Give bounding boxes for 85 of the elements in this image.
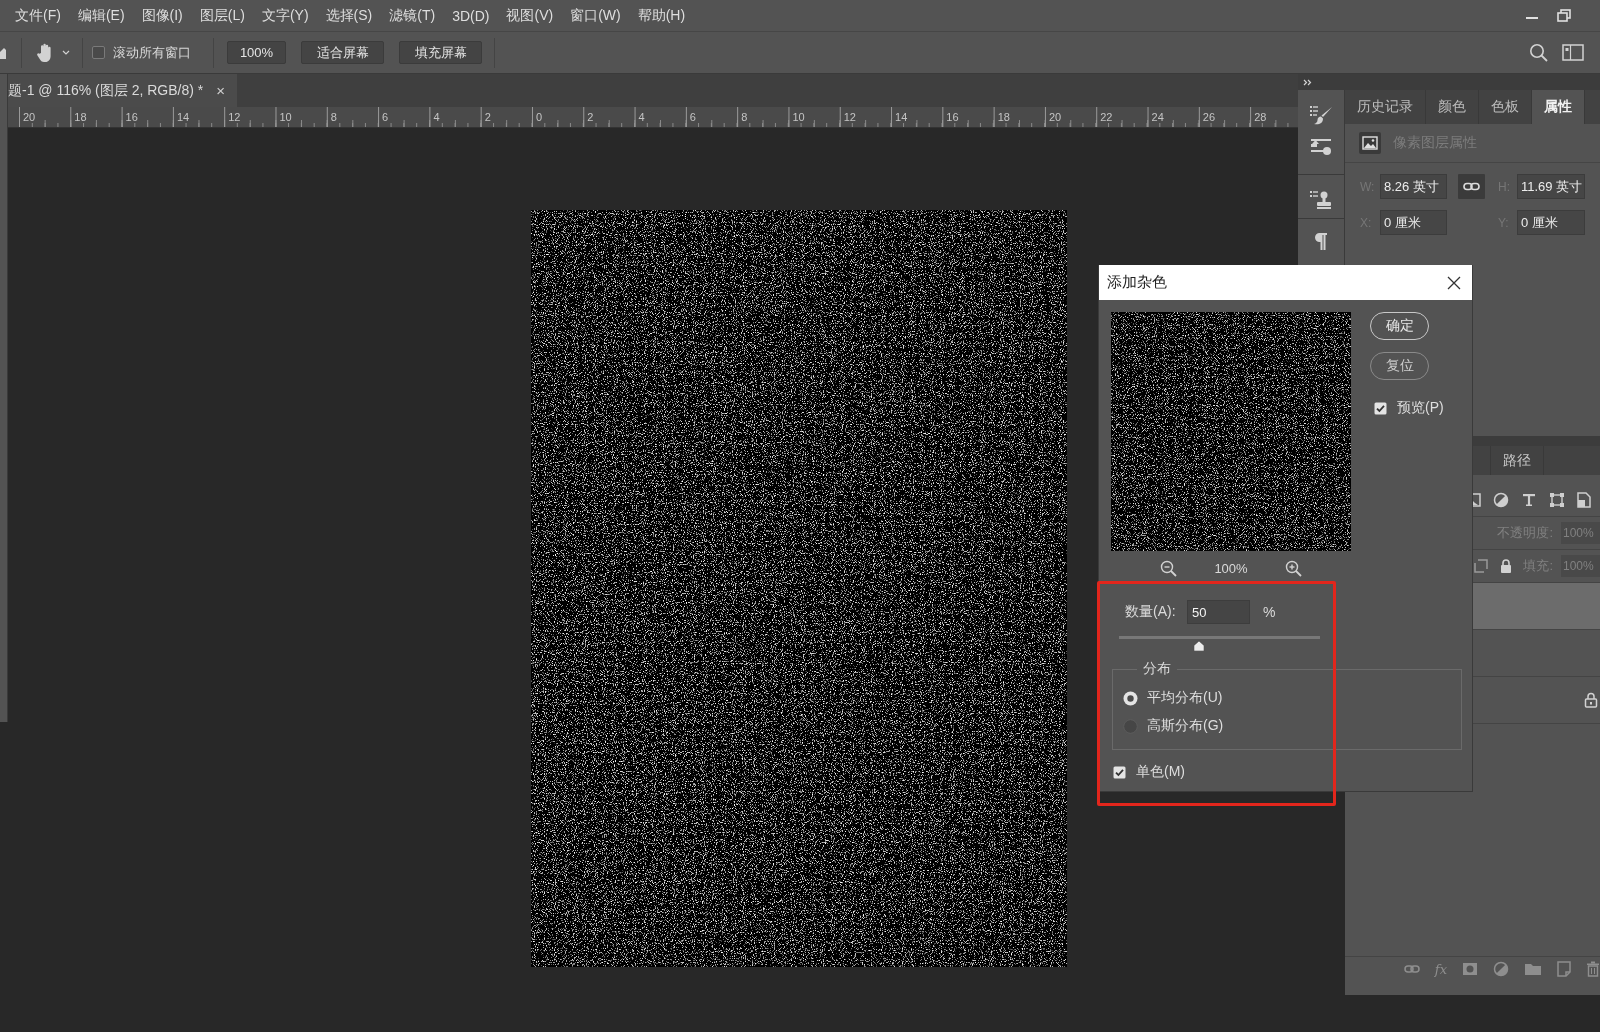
half-circle-icon[interactable] [1493, 491, 1509, 508]
ruler-label: 24 [1151, 111, 1164, 123]
panel-tab[interactable]: 属性 [1532, 90, 1585, 124]
link-icon[interactable] [1458, 174, 1485, 199]
search-icon[interactable] [1529, 43, 1548, 62]
option-button[interactable]: 填充屏幕 [399, 41, 482, 64]
menu-item[interactable]: 窗口(W) [570, 6, 621, 25]
menu-item[interactable]: 3D(D) [452, 7, 490, 24]
ruler-label: 4 [433, 111, 440, 123]
ruler-label: 14 [895, 111, 908, 123]
menu-item[interactable]: 编辑(E) [77, 6, 125, 25]
ruler-label: 18 [74, 111, 87, 123]
paragraph-icon[interactable] [1315, 233, 1327, 250]
page-icon[interactable] [1577, 491, 1591, 508]
hand-icon[interactable] [36, 42, 54, 63]
caret-icon[interactable] [62, 50, 70, 55]
ruler-label: 10 [792, 111, 805, 123]
panel-tab[interactable]: 颜色 [1426, 90, 1479, 124]
ruler-label: 20 [1048, 111, 1062, 123]
brush-list-icon[interactable] [1308, 104, 1334, 126]
menu-item[interactable]: 文件(F) [15, 6, 61, 25]
option-button[interactable]: 适合屏幕 [301, 41, 384, 64]
lock-icon [1584, 692, 1598, 708]
ruler-label: 16 [125, 111, 138, 123]
menu-item[interactable]: 帮助(H) [637, 6, 686, 25]
ruler-label: 8 [330, 111, 337, 123]
dimension-field[interactable]: 0 厘米 [1380, 210, 1447, 235]
ruler-label: 16 [946, 111, 959, 123]
group-label: 分布 [1142, 660, 1172, 678]
radio-label: 高斯分布(G) [1147, 717, 1224, 735]
dimension-field[interactable]: 11.69 英寸 [1517, 174, 1585, 199]
stamp-list-icon[interactable] [1309, 189, 1333, 211]
checkbox[interactable] [1113, 765, 1126, 779]
menu-item[interactable]: 文字(Y) [261, 6, 309, 25]
ruler-label: 10 [279, 111, 292, 123]
zoom-level: 100% [1214, 560, 1248, 576]
dimension-field[interactable]: 0 厘米 [1517, 210, 1585, 235]
zoom-out-icon[interactable] [1160, 559, 1178, 577]
ruler-label: 28 [1254, 111, 1267, 123]
unit-label: % [1263, 604, 1276, 620]
lock-icon[interactable] [1500, 559, 1513, 573]
checkbox-label: 滚动所有窗口 [113, 43, 191, 62]
image-icon [1359, 132, 1381, 154]
document-tab[interactable]: 题-1 @ 116% (图层 2, RGB/8) * × [8, 74, 237, 107]
menu-item[interactable]: 图层(L) [199, 6, 245, 25]
sliders-icon[interactable] [1309, 136, 1333, 156]
radio-button[interactable] [1123, 690, 1138, 706]
checkbox-label: 单色(M) [1136, 763, 1185, 781]
ruler-label: 6 [689, 111, 696, 123]
menu-item[interactable]: 滤镜(T) [389, 6, 436, 25]
amount-label: 数量(A): [1125, 603, 1177, 621]
dialog-title: 添加杂色 [1107, 273, 1167, 292]
workspace-icon[interactable] [1562, 44, 1584, 61]
home-icon[interactable] [0, 45, 6, 60]
dimension-field[interactable]: 8.26 英寸 [1380, 174, 1447, 199]
menu-item[interactable]: 图像(I) [141, 6, 183, 25]
ruler-label: 12 [843, 111, 856, 123]
transform-icon[interactable] [1549, 491, 1565, 508]
ruler-label: 2 [484, 111, 491, 123]
ruler-label: 6 [382, 111, 389, 123]
checkbox-label: 预览(P) [1397, 399, 1444, 417]
radio-label: 平均分布(U) [1147, 689, 1223, 707]
option-button[interactable]: 100% [227, 41, 286, 64]
double-chevron-icon[interactable] [1303, 78, 1312, 86]
menu-item[interactable]: 视图(V) [506, 6, 554, 25]
slider-thumb[interactable] [1193, 640, 1206, 652]
ruler-label: 18 [997, 111, 1010, 123]
menu-item[interactable]: 选择(S) [325, 6, 373, 25]
close-icon[interactable] [1447, 275, 1461, 290]
checkbox[interactable] [92, 46, 105, 59]
ruler-label: 14 [176, 111, 190, 123]
close-button[interactable]: × [216, 82, 225, 99]
ruler-label: 2 [587, 111, 594, 123]
checkbox[interactable] [1374, 401, 1387, 415]
ruler-label: 8 [741, 111, 748, 123]
ruler-label: 20 [23, 111, 36, 123]
panel-tab[interactable]: 历史记录 [1345, 90, 1426, 124]
zoom-in-icon[interactable] [1284, 559, 1302, 577]
ruler-label: 22 [1100, 111, 1113, 123]
ruler-label: 0 [535, 111, 543, 123]
ruler-label: 4 [638, 111, 645, 123]
ruler-label: 12 [228, 111, 241, 123]
ruler-label: 26 [1202, 111, 1216, 123]
type-icon[interactable] [1521, 491, 1537, 508]
amount-field[interactable]: 50 [1187, 600, 1250, 624]
